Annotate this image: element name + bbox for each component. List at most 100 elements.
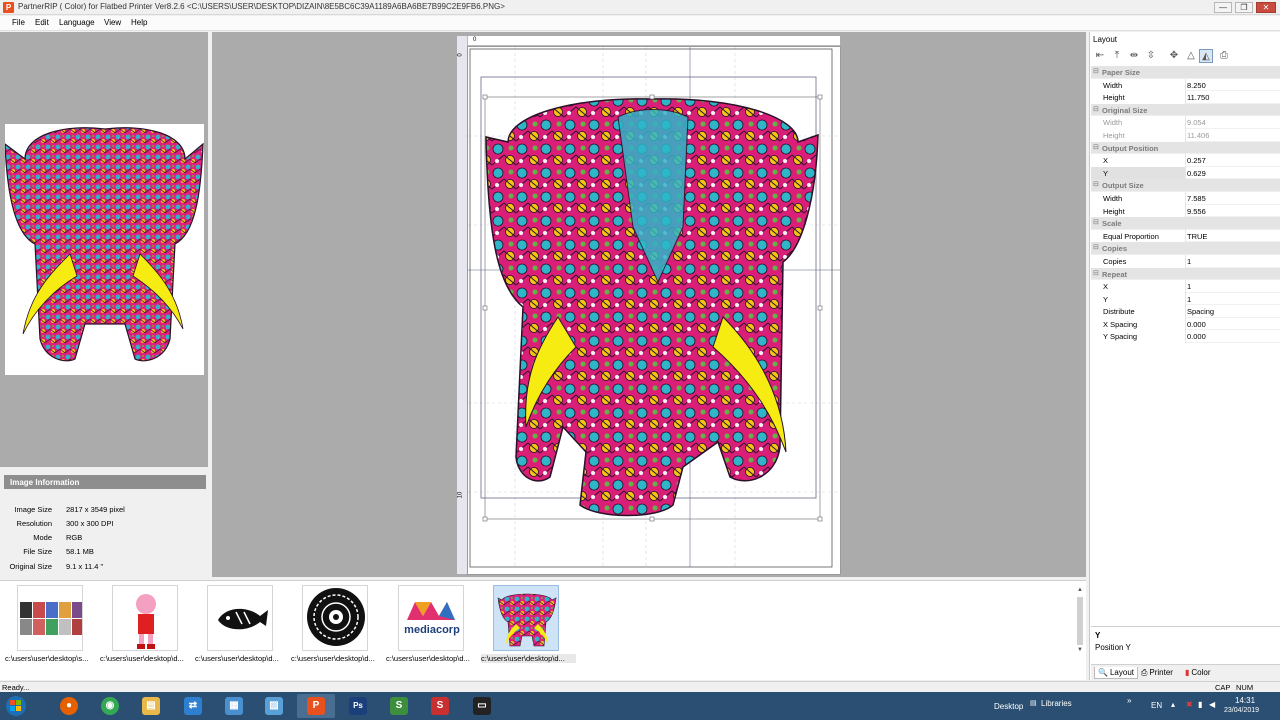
align-top-icon[interactable]: ⤒ xyxy=(1110,49,1124,63)
collapse-icon[interactable]: ⊟ xyxy=(1093,143,1100,151)
clock-date[interactable]: 23/04/2019 xyxy=(1224,707,1259,714)
prop-x-spacing[interactable]: X Spacing 0.000 xyxy=(1091,317,1280,331)
control-panel-app[interactable]: ▦ xyxy=(215,694,253,718)
prop-copies[interactable]: Copies 1 xyxy=(1091,254,1280,268)
info-label: Mode xyxy=(33,533,52,542)
thumbnail-caption[interactable]: c:\users\user\desktop\d... xyxy=(386,654,481,663)
terminal-app[interactable]: ▭ xyxy=(463,694,501,718)
info-row-original-size: Original Size 9.1 x 11.4 " xyxy=(0,562,210,576)
align-vcenter-icon[interactable]: ⇳ xyxy=(1144,49,1158,63)
partnerrip-icon: P xyxy=(307,697,325,715)
thumbnail-selected[interactable] xyxy=(493,585,559,651)
collapse-icon[interactable]: ⊟ xyxy=(1093,180,1100,188)
corel-app[interactable]: S xyxy=(380,694,418,718)
menu-edit[interactable]: Edit xyxy=(35,18,49,27)
thumbnail[interactable] xyxy=(207,585,273,651)
print-preview-icon[interactable]: ⎙ xyxy=(1217,49,1231,63)
thumbnail[interactable] xyxy=(112,585,178,651)
explorer-app[interactable]: ▤ xyxy=(132,694,170,718)
prop-equal-proportion[interactable]: Equal Proportion TRUE xyxy=(1091,229,1280,243)
menu-help[interactable]: Help xyxy=(131,18,147,27)
tab-printer[interactable]: ⎙ Printer xyxy=(1138,667,1176,679)
tab-color[interactable]: ▮ Color xyxy=(1182,667,1214,679)
partnerrip-app[interactable]: P xyxy=(297,694,335,718)
section-paper-size[interactable]: ⊟ Paper Size xyxy=(1091,66,1280,79)
prop-output-y[interactable]: Y 0.629 xyxy=(1091,166,1280,180)
tray-security-icon[interactable]: ✖ xyxy=(1186,700,1193,709)
center-icon[interactable]: ✥ xyxy=(1167,49,1181,63)
section-copies[interactable]: ⊟ Copies xyxy=(1091,242,1280,255)
scroll-thumb[interactable] xyxy=(1077,597,1083,645)
section-original-size[interactable]: ⊟ Original Size xyxy=(1091,103,1280,117)
desktop-toolbar[interactable]: Desktop xyxy=(994,702,1023,711)
info-label: File Size xyxy=(23,547,52,556)
photoshop-app[interactable]: Ps xyxy=(339,694,377,718)
thumbnail[interactable]: mediacorp xyxy=(398,585,464,651)
menu-view[interactable]: View xyxy=(104,18,121,27)
chrome-app[interactable]: ◉ xyxy=(91,694,129,718)
thumbnail-caption[interactable]: c:\users\user\desktop\d... xyxy=(100,654,195,663)
property-grid: ⊟ Paper Size Width 8.250 Height 11.750 ⊟ Ori… xyxy=(1091,66,1280,344)
thumbnail[interactable] xyxy=(17,585,83,651)
prop-output-height[interactable]: Height 9.556 xyxy=(1091,204,1280,218)
maximize-button[interactable]: ❐ xyxy=(1235,2,1253,13)
prop-distribute[interactable]: Distribute Spacing xyxy=(1091,305,1280,318)
firefox-app[interactable]: ● xyxy=(50,694,88,718)
prop-repeat-x[interactable]: X1 xyxy=(1091,280,1280,293)
info-row-resolution: Resolution 300 x 300 DPI xyxy=(0,519,210,533)
collapse-icon[interactable]: ⊟ xyxy=(1093,105,1100,113)
collapse-icon[interactable]: ⊟ xyxy=(1093,218,1100,226)
preview-image xyxy=(5,124,204,375)
fill-icon[interactable]: ◭ xyxy=(1199,49,1213,63)
info-row-image-size: Image Size 2817 x 3549 pixel xyxy=(0,505,210,519)
info-value: 2817 x 3549 pixel xyxy=(66,505,125,514)
thumbnail-caption[interactable]: c:\users\user\desktop\d... xyxy=(291,654,386,663)
collapse-icon[interactable]: ⊟ xyxy=(1093,269,1100,277)
photoshop-icon: Ps xyxy=(349,697,367,715)
menu-file[interactable]: File xyxy=(12,18,25,27)
thumbnail-caption[interactable]: c:\users\user\desktop\d... xyxy=(481,654,576,663)
print-page[interactable] xyxy=(468,47,840,574)
prop-output-x[interactable]: X 0.257 xyxy=(1091,154,1280,167)
prop-output-width[interactable]: Width 7.585 xyxy=(1091,191,1280,205)
clock-time[interactable]: 14:31 xyxy=(1235,696,1255,705)
status-bar: Ready... CAP NUM xyxy=(0,681,1280,692)
toolbar-chevron[interactable]: » xyxy=(1127,696,1131,705)
start-button[interactable] xyxy=(2,695,30,717)
photos-app[interactable]: ▨ xyxy=(255,694,293,718)
minimize-button[interactable]: — xyxy=(1214,2,1232,13)
collapse-icon[interactable]: ⊟ xyxy=(1093,243,1100,251)
prop-paper-width[interactable]: Width 8.250 xyxy=(1091,78,1280,92)
thumbnail-caption[interactable]: c:\users\user\desktop\s... xyxy=(5,654,100,663)
section-output-position[interactable]: ⊟ Output Position xyxy=(1091,141,1280,155)
prop-y-spacing[interactable]: Y Spacing 0.000 xyxy=(1091,330,1280,344)
align-hcenter-icon[interactable]: ⇹ xyxy=(1127,49,1141,63)
collapse-icon[interactable]: ⊟ xyxy=(1093,67,1100,75)
thumbnail-scrollbar[interactable]: ▲ ▼ xyxy=(1076,587,1084,653)
teamviewer-app[interactable]: ⇄ xyxy=(174,694,212,718)
info-value: 9.1 x 11.4 " xyxy=(66,562,104,571)
tab-layout[interactable]: 🔍 Layout xyxy=(1094,667,1138,679)
libraries-toolbar[interactable]: Libraries xyxy=(1041,699,1072,708)
prop-repeat-y[interactable]: Y1 xyxy=(1091,292,1280,306)
chrome-icon: ◉ xyxy=(101,697,119,715)
section-scale[interactable]: ⊟ Scale xyxy=(1091,217,1280,230)
soft-app[interactable]: S xyxy=(421,694,459,718)
volume-icon[interactable]: ◀ xyxy=(1209,700,1215,709)
preview-area xyxy=(0,32,208,467)
scroll-down-icon[interactable]: ▼ xyxy=(1076,647,1084,655)
language-indicator[interactable]: EN xyxy=(1151,701,1162,710)
prop-paper-height[interactable]: Height 11.750 xyxy=(1091,91,1280,104)
network-icon[interactable]: ▮ xyxy=(1198,700,1202,709)
scroll-up-icon[interactable]: ▲ xyxy=(1076,587,1084,595)
close-button[interactable]: ✕ xyxy=(1256,2,1276,13)
thumbnail[interactable] xyxy=(302,585,368,651)
menu-language[interactable]: Language xyxy=(59,18,95,27)
fit-icon[interactable]: △ xyxy=(1184,49,1198,63)
section-repeat[interactable]: ⊟ Repeat xyxy=(1091,267,1280,281)
section-output-size[interactable]: ⊟ Output Size xyxy=(1091,179,1280,192)
align-left-icon[interactable]: ⇤ xyxy=(1093,49,1107,63)
tray-show-icon[interactable]: ▴ xyxy=(1171,700,1175,709)
thumbnail-caption[interactable]: c:\users\user\desktop\d... xyxy=(195,654,290,663)
ruler-zero-label-left: 0 xyxy=(457,53,464,57)
